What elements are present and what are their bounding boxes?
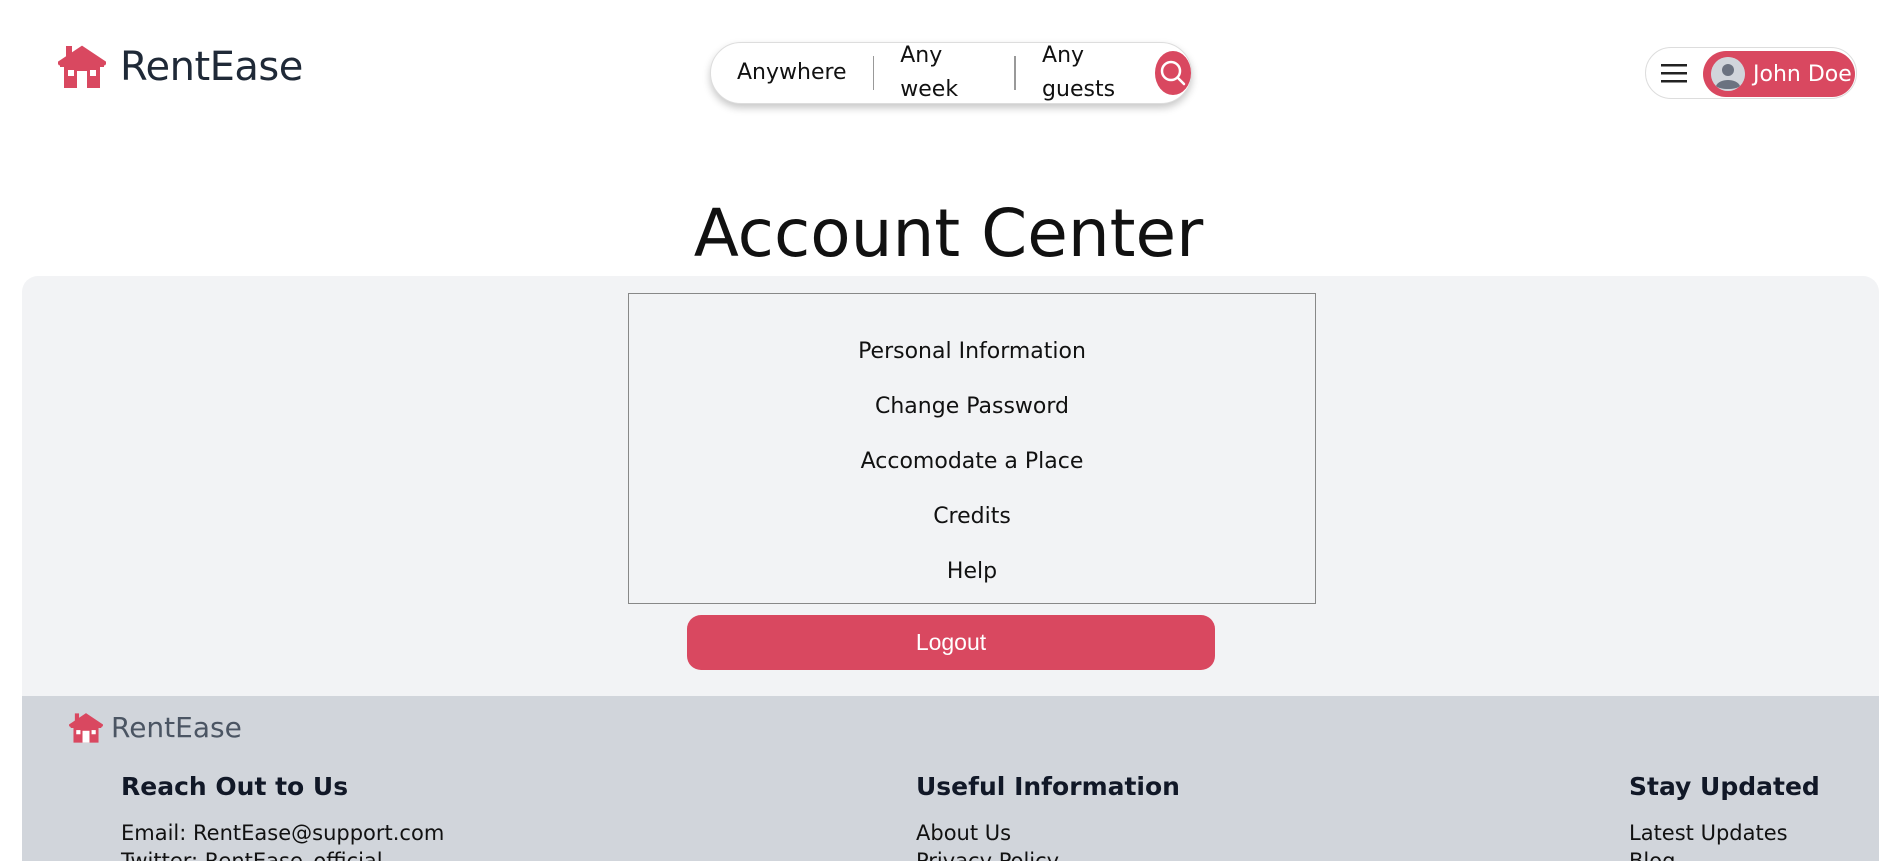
hamburger-menu-icon	[1661, 64, 1687, 83]
brand-logo[interactable]: RentEase	[58, 44, 303, 90]
footer-link[interactable]: About Us	[916, 819, 1180, 847]
footer-column-updates: Stay Updated Latest Updates Blog	[1629, 772, 1820, 861]
footer-heading: Useful Information	[916, 772, 1180, 801]
user-profile-button[interactable]: John Doe	[1703, 51, 1855, 97]
footer: RentEase Reach Out to Us Email: RentEase…	[22, 696, 1879, 861]
house-logo-icon	[69, 712, 103, 743]
account-menu: Personal Information Change Password Acc…	[628, 293, 1316, 604]
footer-link[interactable]: Privacy Policy	[916, 847, 1180, 861]
footer-column-info: Useful Information About Us Privacy Poli…	[916, 772, 1180, 861]
page-title: Account Center	[693, 195, 1204, 272]
user-menu: John Doe	[1645, 47, 1857, 99]
footer-brand-logo[interactable]: RentEase	[69, 711, 242, 744]
footer-link[interactable]: Email: RentEase@support.com	[121, 819, 444, 847]
header: RentEase Anywhere Any week Any guests Jo…	[0, 0, 1897, 150]
footer-column-contact: Reach Out to Us Email: RentEase@support.…	[121, 772, 444, 861]
footer-link[interactable]: Twitter: RentEase_official	[121, 847, 444, 861]
search-button[interactable]	[1154, 51, 1192, 95]
search-who[interactable]: Any guests	[1016, 39, 1149, 107]
footer-heading: Stay Updated	[1629, 772, 1820, 801]
logout-button[interactable]: Logout	[687, 615, 1215, 670]
footer-heading: Reach Out to Us	[121, 772, 349, 801]
brand-name: RentEase	[120, 44, 303, 90]
search-icon	[1160, 60, 1186, 86]
menu-item-credits[interactable]: Credits	[629, 492, 1315, 547]
house-logo-icon	[58, 45, 106, 88]
search-when[interactable]: Any week	[874, 39, 1014, 107]
menu-item-help[interactable]: Help	[629, 547, 1315, 602]
search-where[interactable]: Anywhere	[711, 56, 873, 90]
search-bar[interactable]: Anywhere Any week Any guests	[710, 42, 1192, 104]
menu-item-personal-information[interactable]: Personal Information	[629, 327, 1315, 382]
menu-button[interactable]	[1646, 47, 1702, 99]
footer-link[interactable]: Latest Updates	[1629, 819, 1820, 847]
user-name: John Doe	[1753, 61, 1852, 87]
menu-item-change-password[interactable]: Change Password	[629, 382, 1315, 437]
menu-item-accommodate-place[interactable]: Accomodate a Place	[629, 437, 1315, 492]
avatar	[1711, 57, 1745, 91]
footer-link[interactable]: Blog	[1629, 847, 1820, 861]
account-panel: Personal Information Change Password Acc…	[22, 276, 1879, 696]
user-avatar-icon	[1711, 57, 1745, 91]
footer-brand-name: RentEase	[111, 711, 242, 744]
